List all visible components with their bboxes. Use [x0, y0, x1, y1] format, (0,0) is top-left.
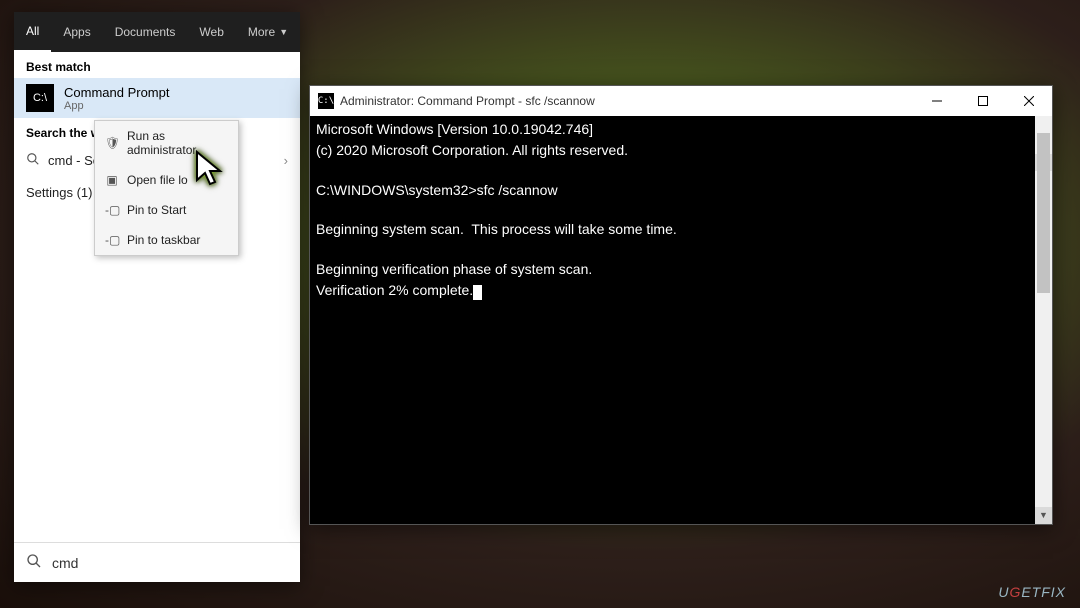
terminal-line: Beginning system scan. This process will…	[316, 221, 677, 237]
terminal-line: C:\WINDOWS\system32>sfc /scannow	[316, 182, 558, 198]
shield-icon: 🛡	[105, 136, 119, 150]
terminal-cursor	[473, 285, 482, 300]
ctx-run-as-administrator[interactable]: 🛡 Run as administrator	[95, 121, 238, 165]
ctx-open-location-label: Open file lo	[127, 173, 188, 187]
terminal-line: Beginning verification phase of system s…	[316, 261, 592, 277]
vertical-scrollbar[interactable]: ▲ ▼	[1035, 116, 1052, 524]
start-search-panel: All Apps Documents Web More ▼ Best match…	[14, 12, 300, 582]
result-command-prompt[interactable]: C:\ Command Prompt App	[14, 78, 300, 118]
maximize-icon	[978, 96, 988, 106]
watermark: UGETFIX	[998, 584, 1066, 600]
tab-all[interactable]: All	[14, 12, 51, 52]
tab-apps[interactable]: Apps	[51, 12, 102, 52]
chevron-right-icon: ›	[284, 153, 288, 168]
result-title: Command Prompt	[64, 85, 169, 100]
ctx-pin-to-start[interactable]: -▢ Pin to Start	[95, 195, 238, 225]
search-input-value[interactable]: cmd	[52, 555, 78, 571]
web-query: cmd	[48, 153, 73, 168]
close-icon	[1024, 96, 1034, 106]
pin-start-icon: -▢	[105, 203, 119, 217]
ctx-run-admin-label: Run as administrator	[127, 129, 228, 157]
ctx-pin-start-label: Pin to Start	[127, 203, 186, 217]
tab-more[interactable]: More ▼	[236, 12, 300, 52]
minimize-button[interactable]	[914, 86, 960, 116]
close-button[interactable]	[1006, 86, 1052, 116]
context-menu: 🛡 Run as administrator ▣ Open file lo -▢…	[94, 120, 239, 256]
command-prompt-icon: C:\	[26, 84, 54, 112]
scroll-thumb[interactable]	[1037, 133, 1050, 293]
tab-more-label: More	[248, 25, 275, 39]
scroll-down-button[interactable]: ▼	[1035, 507, 1052, 524]
command-prompt-icon: C:\	[318, 93, 334, 109]
terminal-line: (c) 2020 Microsoft Corporation. All righ…	[316, 142, 628, 158]
result-subtitle: App	[64, 100, 169, 112]
terminal-line: Verification 2% complete.	[316, 282, 473, 298]
folder-icon: ▣	[105, 173, 119, 187]
command-prompt-window: C:\ Administrator: Command Prompt - sfc …	[309, 85, 1053, 525]
pin-taskbar-icon: -▢	[105, 233, 119, 247]
scroll-track[interactable]	[1035, 133, 1052, 507]
ctx-pin-to-taskbar[interactable]: -▢ Pin to taskbar	[95, 225, 238, 255]
chevron-down-icon: ▼	[279, 27, 288, 37]
maximize-button[interactable]	[960, 86, 1006, 116]
search-icon	[26, 152, 40, 169]
titlebar[interactable]: C:\ Administrator: Command Prompt - sfc …	[310, 86, 1052, 116]
tab-documents[interactable]: Documents	[103, 12, 188, 52]
search-box[interactable]: cmd	[14, 542, 300, 582]
ctx-open-file-location[interactable]: ▣ Open file lo	[95, 165, 238, 195]
terminal-line: Microsoft Windows [Version 10.0.19042.74…	[316, 121, 593, 137]
window-title: Administrator: Command Prompt - sfc /sca…	[340, 94, 914, 108]
terminal-output[interactable]: Microsoft Windows [Version 10.0.19042.74…	[310, 116, 1052, 524]
tab-web[interactable]: Web	[187, 12, 235, 52]
best-match-label: Best match	[14, 52, 300, 78]
minimize-icon	[932, 96, 942, 106]
search-icon	[26, 553, 42, 572]
search-tabs: All Apps Documents Web More ▼	[14, 12, 300, 52]
ctx-pin-taskbar-label: Pin to taskbar	[127, 233, 200, 247]
